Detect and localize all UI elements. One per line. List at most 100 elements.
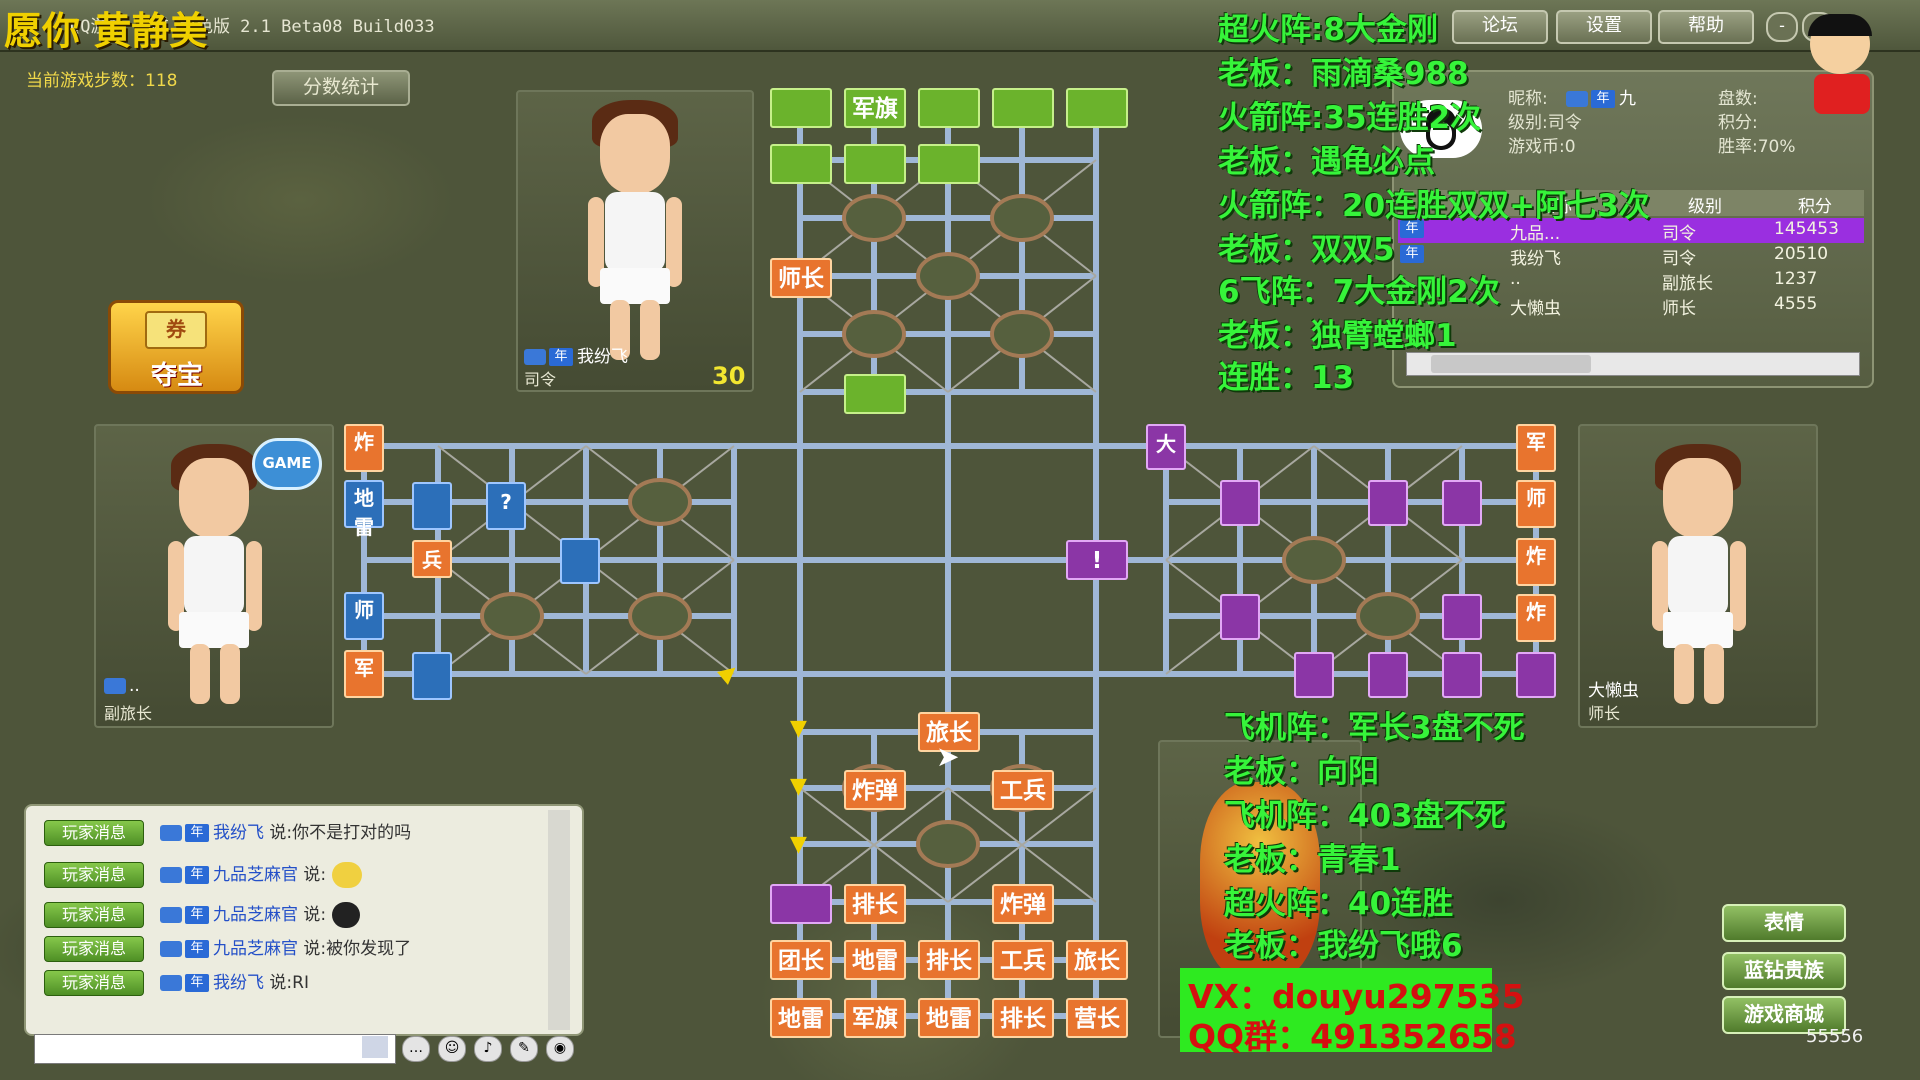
- left-piece[interactable]: 军: [344, 650, 384, 698]
- left-piece[interactable]: 师: [344, 592, 384, 640]
- row-score: 1237: [1774, 269, 1818, 289]
- bottom-piece[interactable]: 地雷: [918, 998, 980, 1038]
- right-piece[interactable]: [1368, 480, 1408, 526]
- right-piece[interactable]: [1516, 652, 1556, 698]
- right-piece[interactable]: [1442, 480, 1482, 526]
- top-piece[interactable]: [992, 88, 1054, 128]
- right-piece[interactable]: [1442, 652, 1482, 698]
- left-piece[interactable]: 炸: [344, 424, 384, 472]
- left-piece[interactable]: [412, 652, 452, 700]
- vip-icon: [1566, 91, 1588, 107]
- emotion-button[interactable]: 表情: [1722, 904, 1846, 942]
- chat-name[interactable]: 九品芝麻官: [213, 905, 298, 925]
- chat-name[interactable]: 我纷飞: [213, 973, 264, 993]
- bottom-piece[interactable]: 营长: [1066, 998, 1128, 1038]
- vip-icon: [160, 907, 182, 923]
- player-table-scrollbar[interactable]: [1406, 352, 1860, 376]
- profile-level-value: 司令: [1547, 113, 1582, 133]
- left-piece[interactable]: 地雷: [344, 480, 384, 539]
- row-score: 20510: [1774, 244, 1829, 264]
- year-badge: 年: [185, 974, 209, 992]
- right-vertical-piece[interactable]: 军: [1516, 424, 1556, 472]
- row-level: 师长: [1662, 299, 1696, 319]
- top-piece[interactable]: [770, 88, 832, 128]
- bottom-piece[interactable]: 排长: [918, 940, 980, 980]
- chat-text: 说:: [303, 905, 327, 925]
- center-bang-piece[interactable]: !: [1066, 540, 1128, 580]
- right-vertical-piece[interactable]: 炸: [1516, 538, 1556, 586]
- bottom-piece[interactable]: 旅长: [1066, 940, 1128, 980]
- right-piece[interactable]: [1220, 594, 1260, 640]
- bubble-icon[interactable]: …: [402, 1036, 430, 1062]
- right-piece[interactable]: [1294, 652, 1334, 698]
- emoji-picker-icon[interactable]: ☺: [438, 1036, 466, 1062]
- row-level: 司令: [1662, 224, 1696, 244]
- right-piece[interactable]: 大: [1146, 424, 1186, 470]
- profile-nick: 九: [1619, 89, 1636, 109]
- bottom-piece[interactable]: 地雷: [844, 940, 906, 980]
- bottom-piece[interactable]: 炸弹: [992, 884, 1054, 924]
- top-piece[interactable]: [844, 144, 906, 184]
- overlay-line: 老板：双双5: [1218, 232, 1395, 268]
- right-vertical-piece[interactable]: 炸: [1516, 594, 1556, 642]
- top-piece[interactable]: [1066, 88, 1128, 128]
- chat-scrollbar[interactable]: [548, 810, 570, 1030]
- vip-icon: [160, 941, 182, 957]
- overlay-line: 火箭阵:35连胜2次: [1218, 100, 1482, 136]
- row-level: 司令: [1662, 249, 1696, 269]
- top-piece[interactable]: [844, 374, 906, 414]
- overlay-line: 老板：雨滴桑988: [1218, 56, 1469, 92]
- chat-input[interactable]: [34, 1034, 396, 1064]
- year-badge: 年: [1591, 90, 1615, 108]
- bottom-piece[interactable]: 地雷: [770, 998, 832, 1038]
- right-piece[interactable]: [1442, 594, 1482, 640]
- chat-message: 玩家消息 年我纷飞 说:你不是打对的吗: [44, 818, 411, 846]
- profile-winrate-label: 胜率:: [1718, 137, 1758, 157]
- top-piece[interactable]: [918, 88, 980, 128]
- vip-icon: [160, 825, 182, 841]
- left-piece[interactable]: [560, 538, 600, 584]
- profile-nick-label: 昵称:: [1508, 89, 1548, 109]
- top-piece[interactable]: [918, 144, 980, 184]
- profile-coins-value: 0: [1564, 137, 1576, 157]
- chat-badge: 玩家消息: [44, 902, 144, 928]
- tools-icon[interactable]: ✎: [510, 1036, 538, 1062]
- soldier-piece[interactable]: 兵: [412, 540, 452, 578]
- bottom-piece[interactable]: 排长: [844, 884, 906, 924]
- overlay-line: 老板：遇龟必点: [1218, 144, 1435, 180]
- top-piece[interactable]: [770, 144, 832, 184]
- bottom-piece[interactable]: 排长: [992, 998, 1054, 1038]
- profile-level: 级别:司令: [1508, 108, 1582, 133]
- top-piece-flag[interactable]: 军旗: [844, 88, 906, 128]
- right-piece[interactable]: [1220, 480, 1260, 526]
- profile-nick-row: 年九: [1566, 84, 1636, 109]
- bottom-piece[interactable]: 工兵: [992, 940, 1054, 980]
- sound-icon[interactable]: ♪: [474, 1036, 502, 1062]
- left-piece[interactable]: [412, 482, 452, 530]
- chat-message: 玩家消息 年九品芝麻官 说:被你发现了: [44, 934, 411, 962]
- network-icon[interactable]: ◉: [546, 1036, 574, 1062]
- bottom-piece[interactable]: [770, 884, 832, 924]
- chat-name[interactable]: 九品芝麻官: [213, 865, 298, 885]
- table-row[interactable]: 年 我纷飞 司令 20510: [1398, 243, 1864, 269]
- chat-name[interactable]: 我纷飞: [213, 823, 264, 843]
- right-piece[interactable]: [1368, 652, 1408, 698]
- row-level: 副旅长: [1662, 274, 1713, 294]
- cursor-icon: ➤: [936, 740, 960, 773]
- chat-dropdown-icon[interactable]: [362, 1036, 388, 1058]
- col-score: 积分: [1798, 197, 1832, 217]
- bottom-piece[interactable]: 团长: [770, 940, 832, 980]
- bottom-piece[interactable]: 炸弹: [844, 770, 906, 810]
- top-orange-piece[interactable]: 师长: [770, 258, 832, 298]
- bottom-piece[interactable]: 工兵: [992, 770, 1054, 810]
- chat-name[interactable]: 九品芝麻官: [213, 939, 298, 959]
- blue-diamond-button[interactable]: 蓝钻贵族: [1722, 952, 1846, 990]
- unknown-piece[interactable]: ?: [486, 482, 526, 530]
- vip-icon: [160, 867, 182, 883]
- row-name: 大懒虫: [1510, 299, 1561, 319]
- bottom-piece[interactable]: 军旗: [844, 998, 906, 1038]
- move-hint-icon: ▼: [790, 774, 807, 799]
- right-vertical-piece[interactable]: 师: [1516, 480, 1556, 528]
- scroll-thumb[interactable]: [1431, 355, 1591, 373]
- year-badge: 年: [185, 906, 209, 924]
